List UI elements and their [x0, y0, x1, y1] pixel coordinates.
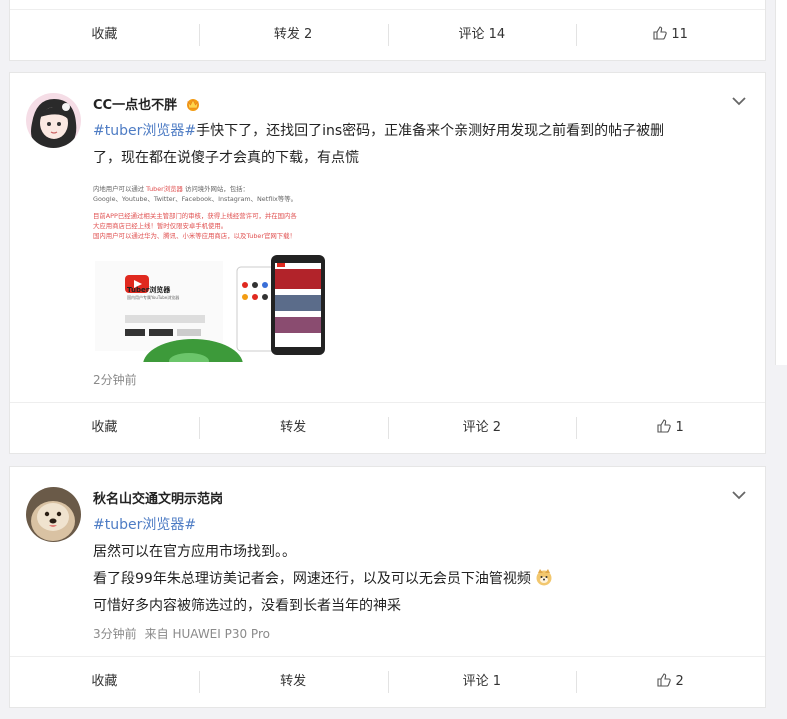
post-1-action-bar: 收藏 转发 评论 2 1: [10, 402, 765, 453]
avatar[interactable]: [26, 93, 81, 148]
like-count: 11: [671, 27, 688, 42]
thumbs-up-icon: [657, 673, 672, 687]
collect-button[interactable]: 收藏: [10, 10, 199, 60]
post-text: #tuber浏览器# 居然可以在官方应用市场找到。。 看了段99年朱总理访美记者…: [93, 512, 723, 620]
chevron-down-icon[interactable]: [731, 489, 747, 501]
doge-emoji-icon: [536, 569, 552, 586]
post-card-1: CC一点也不胖 #tuber浏览器#手快下了，还找回了ins密码，正准备来个亲测…: [9, 72, 766, 454]
like-count: 2: [675, 674, 684, 689]
promo-line-5: 国内用户可以通过华为、腾讯、小米等应用商店，以及Tuber官网下载！: [93, 232, 296, 240]
like-button[interactable]: 11: [576, 10, 765, 60]
comment-button[interactable]: 评论 14: [387, 10, 577, 60]
vip-crown-icon: [186, 99, 199, 111]
post-card-0: 收藏 转发 2 评论 14 11: [9, 0, 766, 61]
thumbs-up-icon: [653, 26, 668, 40]
post-card-2: 秋名山交通文明示范岗 #tuber浏览器# 居然可以在官方应用市场找到。。 看了…: [9, 466, 766, 708]
promo-line-3: 目前APP已经通过相关主管部门的审核，获得上线经营许可，并在国内各: [93, 212, 297, 220]
post-meta: 3分钟前 来自 HUAWEI P30 Pro: [93, 625, 270, 642]
hashtag-link[interactable]: #tuber浏览器#: [93, 123, 196, 139]
right-sidebar-edge: [775, 0, 787, 365]
like-button[interactable]: 1: [576, 403, 765, 453]
comment-button[interactable]: 评论 2: [387, 403, 577, 453]
post-0-action-bar: 收藏 转发 2 评论 14 11: [10, 9, 765, 60]
post-text: #tuber浏览器#手快下了，还找回了ins密码，正准备来个亲测好用发现之前看到…: [93, 123, 665, 166]
hashtag-link[interactable]: #tuber浏览器#: [93, 517, 196, 533]
user-name[interactable]: CC一点也不胖: [93, 94, 201, 113]
promo-app-mockup: [95, 255, 325, 362]
thumbs-up-icon: [657, 419, 672, 433]
promo-slogan: 国内用户专属YouTube浏览器: [127, 295, 180, 300]
post-image[interactable]: 内地用户可以通过 Tuber浏览器 访问境外网站，包括： Google、Yout…: [93, 181, 329, 362]
post-time[interactable]: 2分钟前: [93, 373, 137, 387]
avatar[interactable]: [26, 487, 81, 542]
promo-line-4: 大应用商店已经上线！暂时仅限安卓手机使用。: [93, 222, 228, 230]
post-meta: 2分钟前: [93, 371, 137, 388]
promo-line-2: Google、Youtube、Twitter、Facebook、Instagra…: [93, 195, 297, 203]
promo-brand: Tuber浏览器: [127, 286, 171, 294]
post-2-action-bar: 收藏 转发 评论 1 2: [10, 656, 765, 707]
comment-button[interactable]: 评论 1: [387, 657, 577, 707]
like-button[interactable]: 2: [576, 657, 765, 707]
post-time[interactable]: 3分钟前: [93, 627, 137, 641]
chevron-down-icon[interactable]: [731, 95, 747, 107]
repost-button[interactable]: 转发: [198, 657, 388, 707]
user-name[interactable]: 秋名山交通文明示范岗: [93, 488, 223, 507]
collect-button[interactable]: 收藏: [10, 403, 199, 453]
repost-button[interactable]: 转发 2: [198, 10, 388, 60]
promo-line-1: 内地用户可以通过 Tuber浏览器 访问境外网站，包括：: [93, 185, 249, 193]
collect-button[interactable]: 收藏: [10, 657, 199, 707]
like-count: 1: [675, 420, 684, 435]
repost-button[interactable]: 转发: [198, 403, 388, 453]
post-source: 来自 HUAWEI P30 Pro: [144, 627, 270, 641]
